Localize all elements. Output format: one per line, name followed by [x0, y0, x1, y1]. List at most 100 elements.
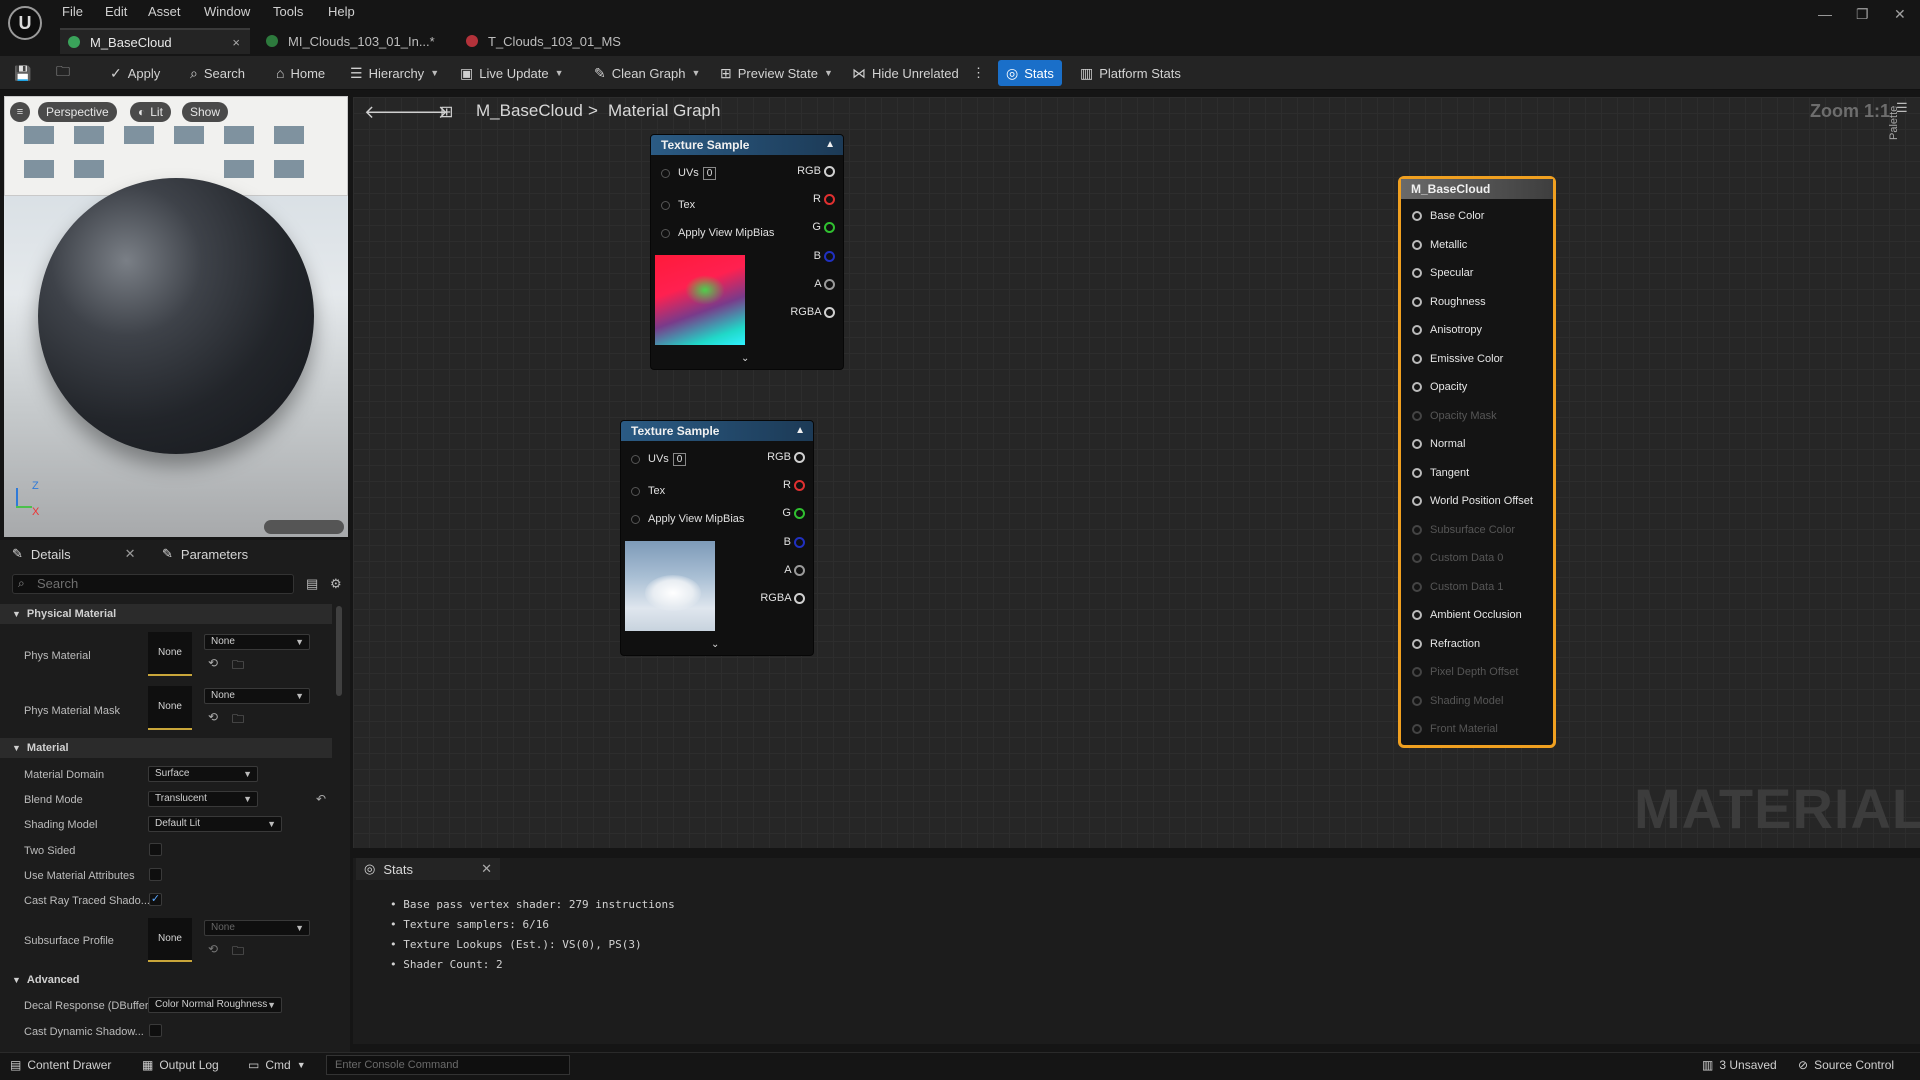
b-output[interactable]: B	[784, 536, 805, 548]
use-material-attributes-checkbox[interactable]	[149, 868, 162, 881]
cmd-dropdown[interactable]: ▭ Cmd ▼	[248, 1058, 306, 1072]
section-advanced[interactable]: ▼ Advanced	[0, 970, 332, 990]
unsaved-button[interactable]: ▥ 3 Unsaved	[1702, 1058, 1777, 1072]
roughness-input[interactable]: Roughness	[1412, 296, 1486, 308]
phys-material-mask-dropdown[interactable]: None ▼	[204, 688, 310, 704]
console-command-input[interactable]: Enter Console Command	[326, 1055, 570, 1075]
a-output[interactable]: A	[784, 564, 805, 576]
uv-index-field[interactable]: 0	[702, 167, 717, 180]
tab-details[interactable]: ✎ Details ✕	[12, 544, 136, 564]
lit-button[interactable]: ◐ Lit	[130, 102, 171, 122]
minimize-icon[interactable]: —	[1818, 6, 1832, 22]
stats-button[interactable]: ◎ Stats	[998, 60, 1062, 86]
tex-input[interactable]: Tex	[661, 199, 695, 211]
cast-ray-traced-checkbox[interactable]: ✓	[149, 893, 162, 906]
tab-mi-clouds[interactable]: MI_Clouds_103_01_In...*	[258, 28, 448, 54]
specular-input[interactable]: Specular	[1412, 267, 1473, 279]
details-scrollbar[interactable]	[336, 606, 342, 696]
blend-mode-dropdown[interactable]: Translucent ▼	[148, 791, 258, 807]
browse-icon[interactable]: 🗀	[56, 63, 76, 83]
reset-arrow-icon[interactable]: ⟲	[208, 710, 218, 724]
rgba-output[interactable]: RGBA	[790, 306, 835, 318]
material-domain-dropdown[interactable]: Surface ▼	[148, 766, 258, 782]
reset-arrow-icon[interactable]: ⟲	[208, 656, 218, 670]
tab-t-clouds[interactable]: T_Clouds_103_01_MS	[458, 28, 648, 54]
tab-parameters[interactable]: ✎ Parameters	[162, 544, 248, 564]
platform-stats-button[interactable]: ▥ Platform Stats	[1080, 63, 1181, 83]
save-icon[interactable]: 💾	[14, 63, 37, 83]
rgba-output[interactable]: RGBA	[760, 592, 805, 604]
preview-state-button[interactable]: ⊞ Preview State ▼	[720, 63, 833, 83]
restore-icon[interactable]: ❐	[1856, 6, 1869, 23]
close-tab-icon[interactable]: ×	[232, 35, 240, 50]
material-result-node[interactable]: M_BaseCloud	[1398, 176, 1556, 748]
tangent-input[interactable]: Tangent	[1412, 467, 1469, 479]
breadcrumb-title[interactable]: Material Graph	[608, 101, 720, 121]
decal-response-dropdown[interactable]: Color Normal Roughness ▼	[148, 997, 282, 1013]
menu-asset[interactable]: Asset	[148, 4, 181, 19]
show-button[interactable]: Show	[182, 102, 229, 122]
uvs-input[interactable]: UVs 0	[661, 167, 717, 180]
close-icon[interactable]: ✕	[125, 546, 136, 562]
two-sided-checkbox[interactable]	[149, 843, 162, 856]
palette-side-tab[interactable]: Palette	[1888, 106, 1900, 140]
anisotropy-input[interactable]: Anisotropy	[1412, 324, 1482, 336]
collapse-icon[interactable]: ▲	[825, 135, 835, 155]
a-output[interactable]: A	[814, 278, 835, 290]
output-log-button[interactable]: ▦ Output Log	[142, 1058, 219, 1072]
phys-material-thumbnail[interactable]: None	[148, 632, 192, 676]
r-output[interactable]: R	[813, 193, 835, 205]
subsurface-profile-dropdown[interactable]: None ▼	[204, 920, 310, 936]
tab-stats[interactable]: ◎ Stats ✕	[356, 858, 500, 880]
menu-file[interactable]: File	[62, 4, 83, 19]
apply-button[interactable]: ✓ Apply	[110, 63, 160, 83]
rgb-output[interactable]: RGB	[797, 165, 835, 177]
viewport-menu-icon[interactable]: ≡	[10, 102, 30, 122]
emissive-color-input[interactable]: Emissive Color	[1412, 353, 1503, 365]
preview-mesh-selector[interactable]	[264, 520, 344, 534]
source-control-button[interactable]: ⊘ Source Control	[1798, 1058, 1894, 1072]
rgb-output[interactable]: RGB	[767, 451, 805, 463]
g-output[interactable]: G	[812, 221, 835, 233]
tab-m-basecloud[interactable]: M_BaseCloud ×	[60, 28, 250, 54]
browse-folder-icon[interactable]: 🗀	[232, 710, 244, 731]
preview-viewport[interactable]: ≡ Perspective ◐ Lit Show Z X	[4, 96, 348, 537]
shading-model-dropdown[interactable]: Default Lit ▼	[148, 816, 282, 832]
browse-folder-icon[interactable]: 🗀	[232, 656, 244, 677]
section-physical-material[interactable]: ▼ Physical Material	[0, 604, 332, 624]
cast-dynamic-shadow-checkbox[interactable]	[149, 1024, 162, 1037]
live-update-button[interactable]: ▣ Live Update ▼	[460, 63, 564, 83]
menu-edit[interactable]: Edit	[105, 4, 127, 19]
texture-sample-node[interactable]: Texture Sample ▲ UVs 0 Tex Apply View MipB…	[650, 134, 844, 370]
material-graph-canvas[interactable]	[353, 97, 1920, 848]
menu-window[interactable]: Window	[204, 4, 250, 19]
world-position-offset-input[interactable]: World Position Offset	[1412, 495, 1533, 507]
unreal-logo-icon[interactable]: U	[8, 6, 42, 40]
tex-input[interactable]: Tex	[631, 485, 665, 497]
refraction-input[interactable]: Refraction	[1412, 638, 1480, 650]
opacity-input[interactable]: Opacity	[1412, 381, 1467, 393]
list-view-icon[interactable]: ▤	[306, 576, 318, 592]
r-output[interactable]: R	[783, 479, 805, 491]
details-search-input[interactable]: Search	[12, 574, 294, 594]
metallic-input[interactable]: Metallic	[1412, 239, 1467, 251]
more-options-icon[interactable]: ⋮	[972, 63, 985, 83]
browse-folder-icon[interactable]: 🗀	[232, 942, 244, 963]
content-drawer-button[interactable]: ▤ Content Drawer	[10, 1058, 111, 1072]
clean-graph-button[interactable]: ✎ Clean Graph ▼	[594, 63, 700, 83]
perspective-button[interactable]: Perspective	[38, 102, 117, 122]
mipbias-input[interactable]: Apply View MipBias	[661, 227, 774, 239]
menu-tools[interactable]: Tools	[273, 4, 303, 19]
uvs-input[interactable]: UVs 0	[631, 453, 687, 466]
section-material[interactable]: ▼ Material	[0, 738, 332, 758]
expand-chevron-icon[interactable]: ⌄	[711, 639, 719, 650]
phys-material-dropdown[interactable]: None ▼	[204, 634, 310, 650]
g-output[interactable]: G	[782, 507, 805, 519]
collapse-icon[interactable]: ▲	[795, 421, 805, 441]
base-color-input[interactable]: Base Color	[1412, 210, 1484, 222]
texture-sample-node[interactable]: Texture Sample ▲ UVs 0 Tex Apply View MipB…	[620, 420, 814, 656]
search-button[interactable]: ⌕ Search	[190, 63, 245, 83]
menu-help[interactable]: Help	[328, 4, 355, 19]
hide-unrelated-button[interactable]: ⋈ Hide Unrelated	[852, 63, 959, 83]
reset-arrow-icon[interactable]: ⟲	[208, 942, 218, 956]
